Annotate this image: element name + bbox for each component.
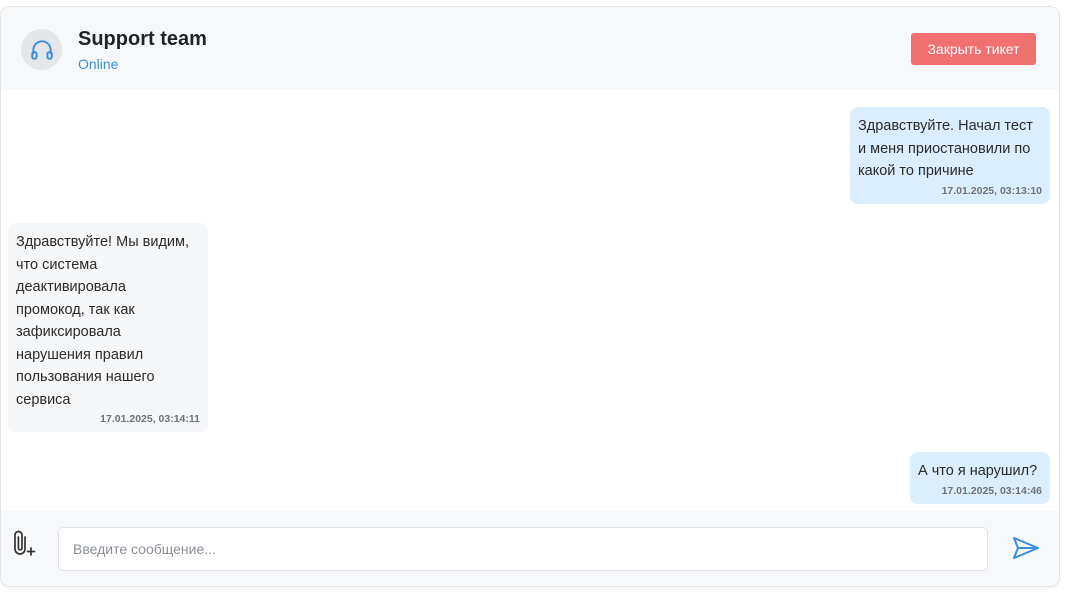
- paperclip-plus-icon: [14, 530, 36, 556]
- close-ticket-button[interactable]: Закрыть тикет: [911, 33, 1036, 65]
- message-text: Здравствуйте! Мы видим, что система деак…: [16, 234, 190, 408]
- send-icon: [1013, 537, 1039, 559]
- headphones-icon: [30, 39, 53, 60]
- send-button[interactable]: [1011, 535, 1041, 561]
- status-text: Online: [78, 56, 119, 72]
- message-bubble-incoming: Здравствуйте! Мы видим, что система деак…: [8, 223, 208, 432]
- message-bubble-outgoing: Здравствуйте. Начал тест и меня приостан…: [850, 107, 1050, 204]
- attach-button[interactable]: [11, 527, 37, 559]
- message-timestamp: 17.01.2025, 03:14:11: [100, 413, 200, 425]
- message-text: Здравствуйте. Начал тест и меня приостан…: [858, 118, 1033, 179]
- message-composer: [1, 511, 1059, 586]
- message-text: А что я нарушил?: [918, 463, 1038, 479]
- message-timestamp: 17.01.2025, 03:14:46: [941, 484, 1042, 497]
- chat-title: Support team: [78, 28, 207, 50]
- message-list: Здравствуйте. Начал тест и меня приостан…: [1, 90, 1059, 511]
- chat-window: Support team Online Закрыть тикет Здравс…: [0, 6, 1060, 587]
- message-bubble-outgoing: А что я нарушил? 17.01.2025, 03:14:46: [910, 452, 1050, 504]
- message-timestamp: 17.01.2025, 03:13:10: [941, 184, 1042, 197]
- avatar: [21, 29, 62, 70]
- chat-header: Support team Online Закрыть тикет: [1, 7, 1059, 90]
- message-input[interactable]: [58, 527, 988, 571]
